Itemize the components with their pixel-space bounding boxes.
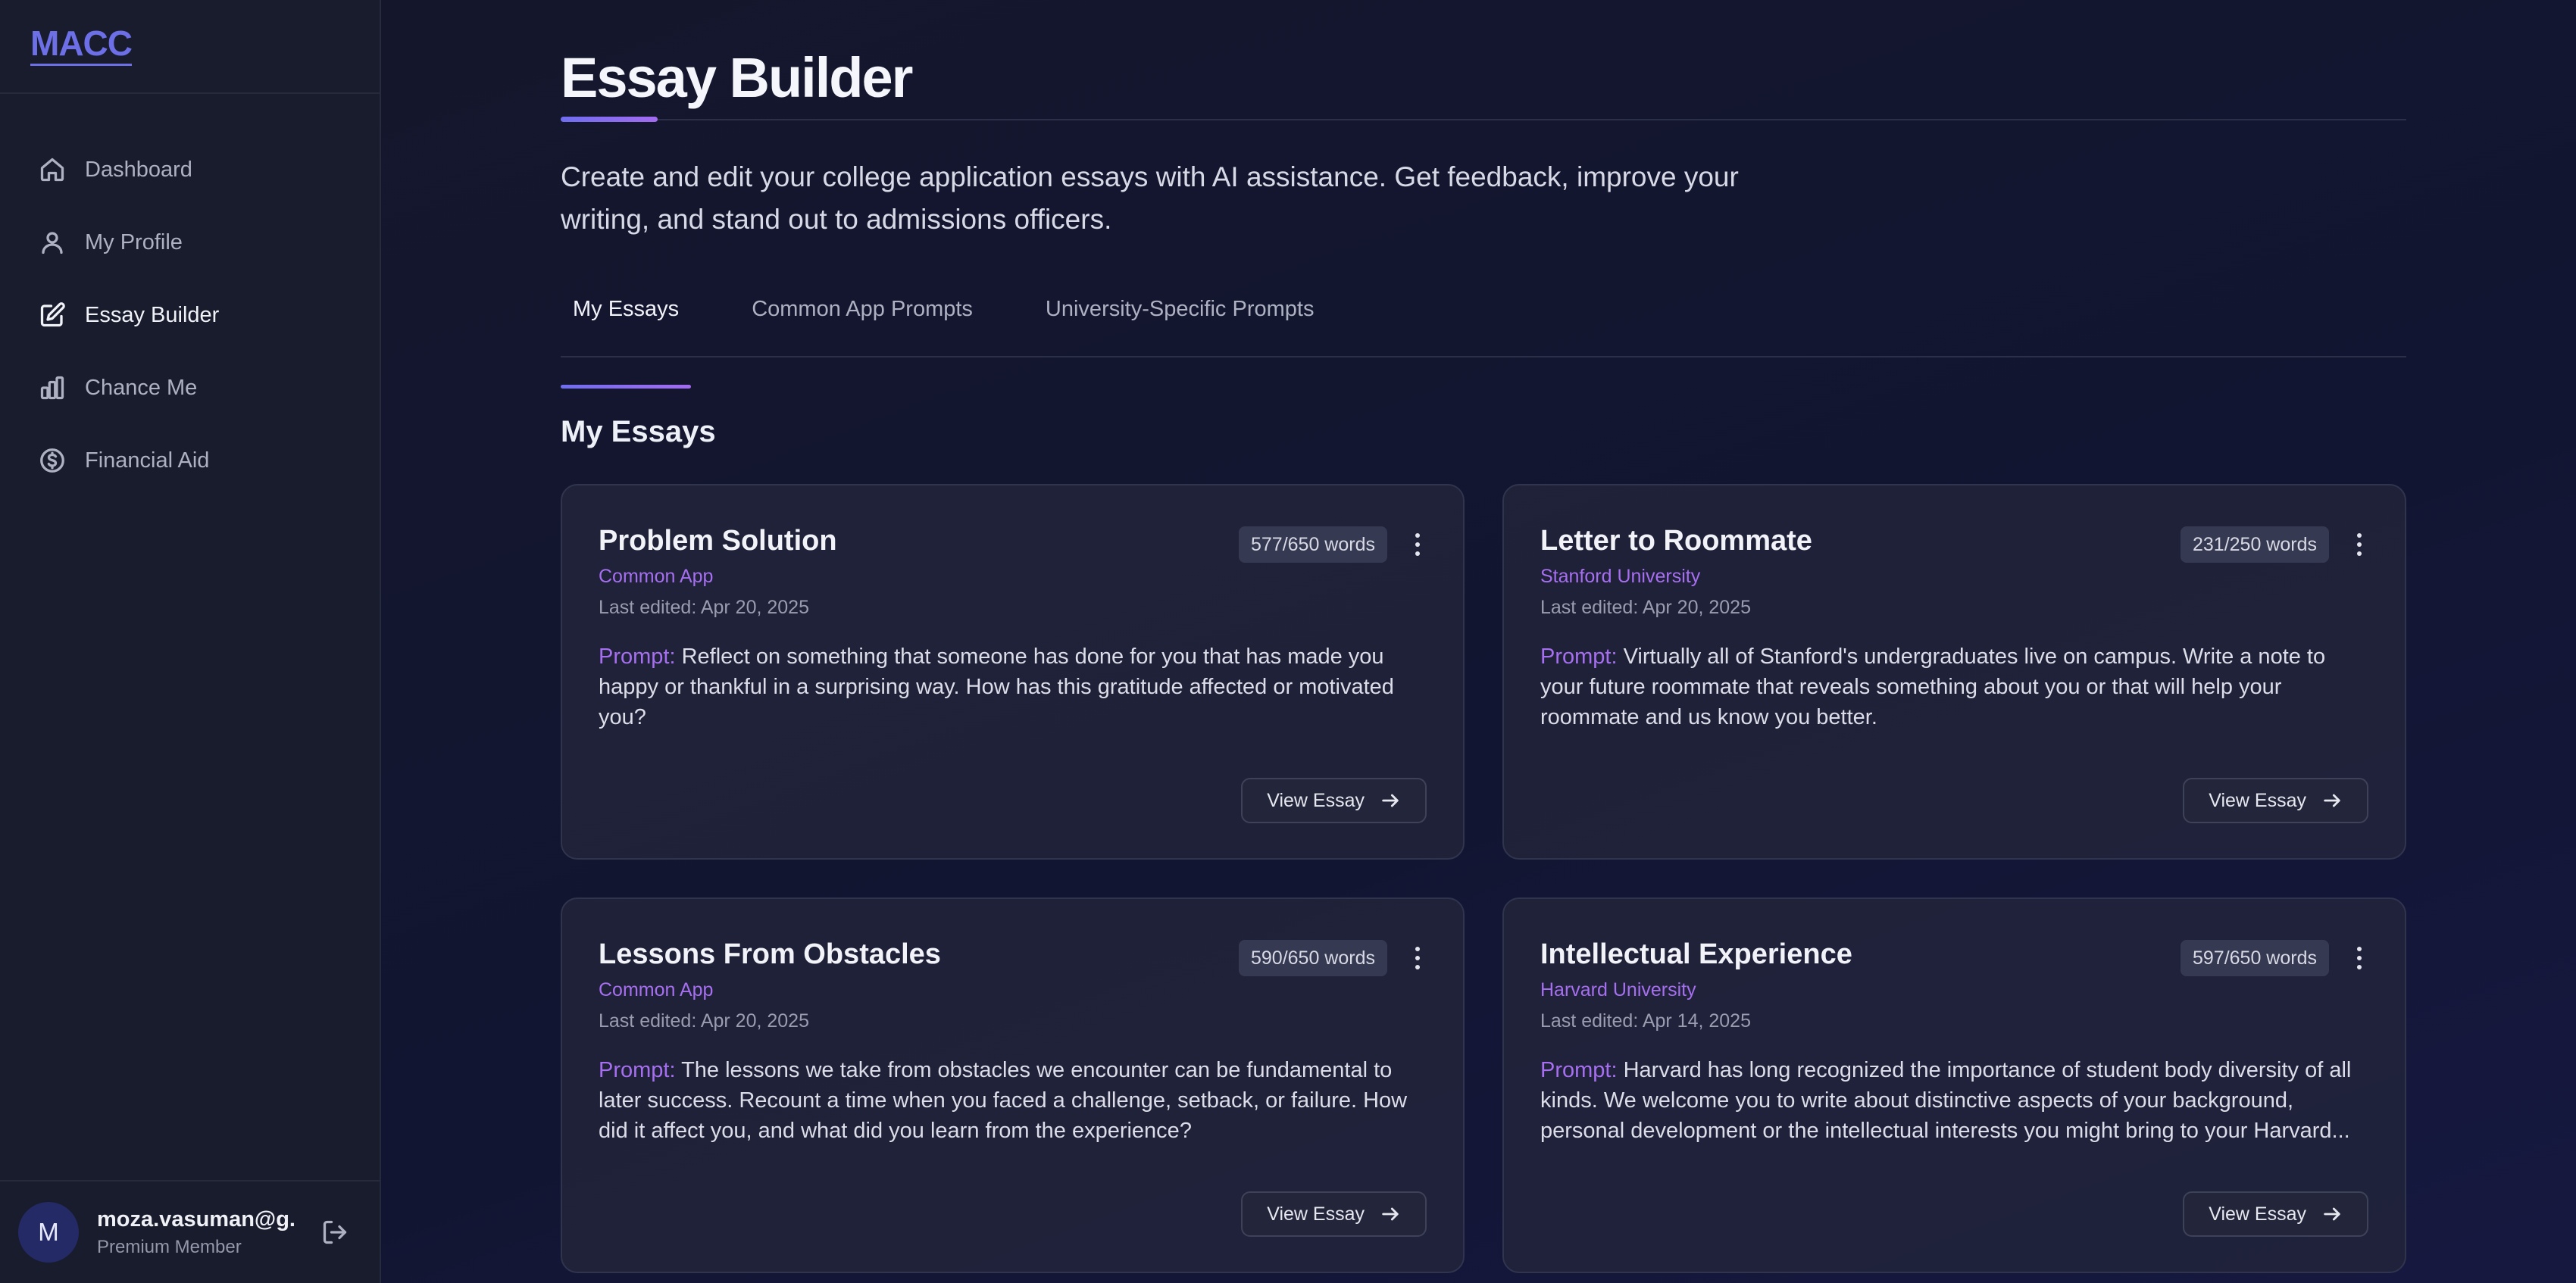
prompt-text: Harvard has long recognized the importan… [1540,1058,2352,1143]
sidebar-item-financial-aid[interactable]: Financial Aid [0,424,380,497]
prompt-label: Prompt: [599,1058,676,1082]
essay-prompt: Prompt: Reflect on something that someon… [599,642,1427,732]
title-divider [561,119,2406,120]
essay-title: Problem Solution [599,525,837,557]
avatar[interactable]: M [18,1202,79,1263]
sidebar-item-label: Financial Aid [85,448,210,473]
user-panel: M moza.vasuman@g... Premium Member [0,1180,381,1283]
tab-my-essays[interactable]: My Essays [561,294,692,389]
sidebar-item-chance-me[interactable]: Chance Me [0,351,380,424]
view-essay-label: View Essay [2209,1203,2306,1225]
bar-chart-icon [38,373,67,402]
logout-button[interactable] [320,1217,350,1247]
view-essay-button[interactable]: View Essay [2183,1191,2368,1237]
sidebar-nav: Dashboard My Profile Essay Builder Chanc… [0,94,380,497]
more-options-button[interactable] [1408,526,1427,563]
word-count-badge: 231/250 words [2180,526,2329,563]
sidebar-item-my-profile[interactable]: My Profile [0,206,380,279]
arrow-right-icon [2324,1207,2340,1221]
arrow-right-icon [1382,794,1399,807]
essay-source: Common App [599,979,714,1000]
essay-card[interactable]: Intellectual Experience 597/650 words Ha… [1502,897,2406,1273]
essay-last-edited: Last edited: Apr 20, 2025 [599,1010,809,1032]
more-vertical-icon [1415,947,1420,951]
tab-university-specific-prompts[interactable]: University-Specific Prompts [1033,294,1327,356]
essay-last-edited: Last edited: Apr 20, 2025 [1540,597,1751,618]
user-info: moza.vasuman@g... Premium Member [97,1207,294,1258]
essay-card[interactable]: Letter to Roommate 231/250 words Stanfor… [1502,484,2406,860]
sidebar-item-label: Chance Me [85,375,198,400]
user-email: moza.vasuman@g... [97,1207,294,1231]
essay-card[interactable]: Problem Solution 577/650 words Common Ap… [561,484,1465,860]
essay-title: Lessons From Obstacles [599,938,941,970]
essay-title: Letter to Roommate [1540,525,1812,557]
sidebar-item-essay-builder[interactable]: Essay Builder [0,279,380,351]
tab-common-app-prompts[interactable]: Common App Prompts [739,294,985,356]
essay-card[interactable]: Lessons From Obstacles 590/650 words Com… [561,897,1465,1273]
view-essay-button[interactable]: View Essay [1241,778,1427,823]
logo[interactable]: MACC [30,26,133,66]
page-title: Essay Builder [561,46,913,109]
essay-title: Intellectual Experience [1540,938,1852,970]
tab-bar: My Essays Common App Prompts University-… [561,294,2406,389]
sidebar-item-dashboard[interactable]: Dashboard [0,133,380,206]
essay-prompt: Prompt: The lessons we take from obstacl… [599,1055,1427,1146]
essay-last-edited: Last edited: Apr 20, 2025 [599,597,809,618]
user-role: Premium Member [97,1236,242,1257]
more-options-button[interactable] [2350,526,2368,563]
more-options-button[interactable] [1408,940,1427,976]
prompt-label: Prompt: [1540,645,1618,669]
page-description: Create and edit your college application… [561,161,1739,235]
essay-source: Harvard University [1540,979,1696,1000]
dollar-circle-icon [38,446,67,475]
view-essay-button[interactable]: View Essay [2183,778,2368,823]
more-vertical-icon [2357,947,2362,951]
word-count-badge: 577/650 words [1238,526,1387,563]
view-essay-button[interactable]: View Essay [1241,1191,1427,1237]
essay-prompt: Prompt: Harvard has long recognized the … [1540,1055,2368,1146]
view-essay-label: View Essay [1267,1203,1365,1225]
essay-last-edited: Last edited: Apr 14, 2025 [1540,1010,1751,1032]
sidebar-item-label: My Profile [85,229,183,254]
arrow-right-icon [1382,1207,1399,1221]
edit-icon [38,301,67,329]
essay-source: Stanford University [1540,566,1701,587]
essay-source: Common App [599,566,714,587]
user-icon [38,228,67,257]
home-icon [38,155,67,184]
main-content: Essay Builder Create and edit your colle… [381,0,2576,1283]
more-vertical-icon [1415,533,1420,538]
word-count-badge: 590/650 words [1238,940,1387,976]
prompt-label: Prompt: [1540,1058,1618,1082]
essay-grid: Problem Solution 577/650 words Common Ap… [561,484,2406,1273]
prompt-label: Prompt: [599,645,676,669]
prompt-text: The lessons we take from obstacles we en… [599,1058,1408,1143]
view-essay-label: View Essay [1267,789,1365,811]
view-essay-label: View Essay [2209,789,2306,811]
more-vertical-icon [2357,533,2362,538]
section-title: My Essays [561,415,716,448]
arrow-right-icon [2324,794,2340,807]
sidebar: MACC Dashboard My Profile Essay Builder … [0,0,381,1283]
prompt-text: Reflect on something that someone has do… [599,645,1394,729]
word-count-badge: 597/650 words [2180,940,2329,976]
more-options-button[interactable] [2350,940,2368,976]
title-accent-bar [561,117,658,122]
essay-prompt: Prompt: Virtually all of Stanford's unde… [1540,642,2368,732]
logout-icon [323,1220,347,1244]
logo-area: MACC [0,0,380,94]
title-underline [561,117,2406,123]
sidebar-item-label: Dashboard [85,157,192,182]
content-column: Essay Builder Create and edit your colle… [561,0,2406,1273]
sidebar-item-label: Essay Builder [85,302,220,327]
prompt-text: Virtually all of Stanford's undergraduat… [1540,645,2326,729]
